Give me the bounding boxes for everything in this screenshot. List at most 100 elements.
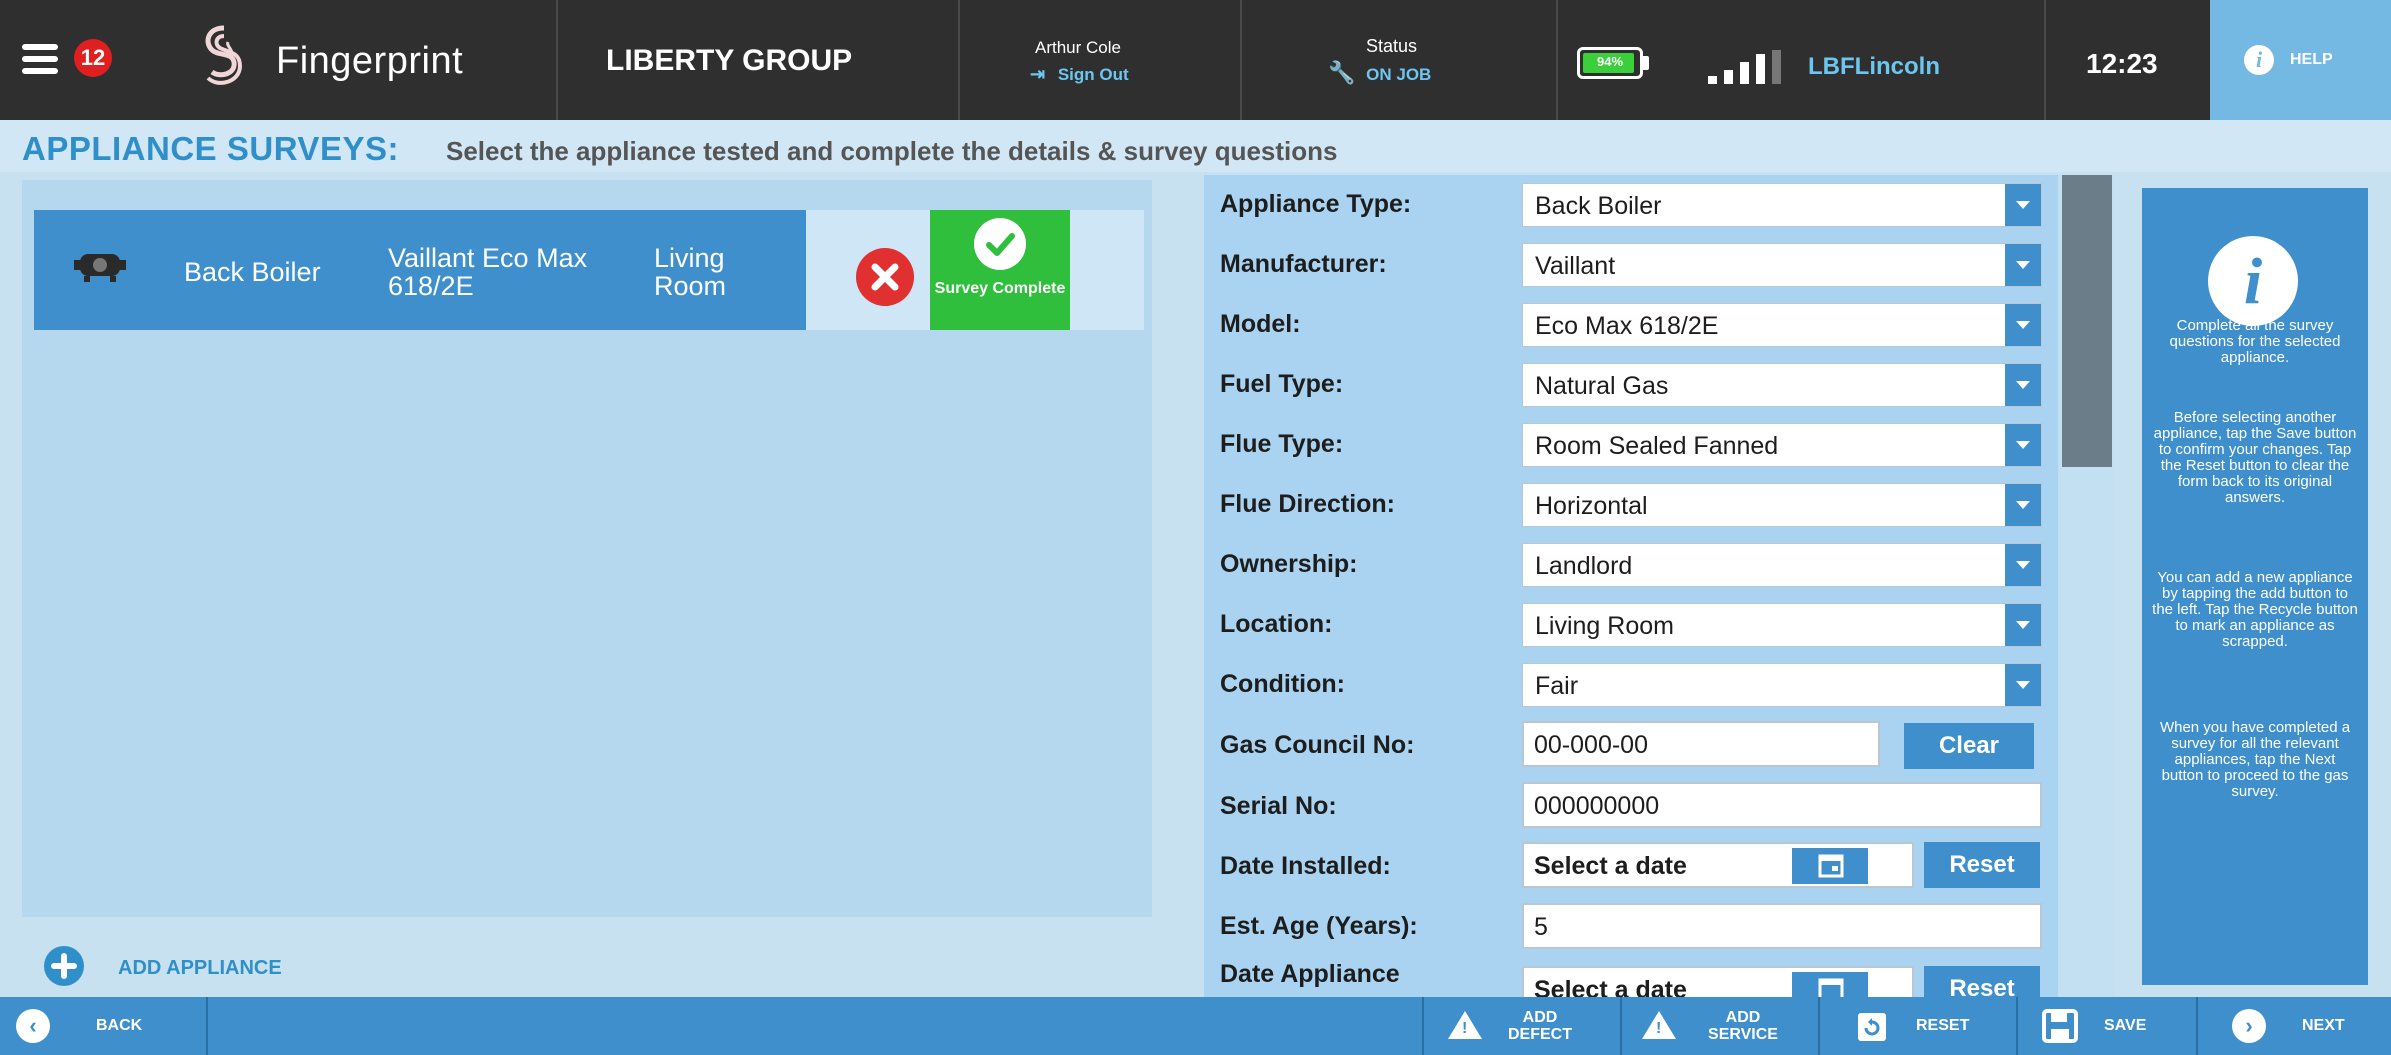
- info-text-3: You can add a new appliance by tapping t…: [2152, 569, 2358, 650]
- fuel-type-select[interactable]: Natural Gas: [1522, 363, 2042, 407]
- appliance-type-label: Appliance Type:: [1220, 190, 1412, 218]
- appliance-row-main[interactable]: Back Boiler Vaillant Eco Max 618/2E Livi…: [34, 210, 806, 330]
- info-text-1: Complete all the survey questions for th…: [2169, 317, 2341, 366]
- sign-out-label: Sign Out: [1057, 65, 1129, 84]
- serial-no-input[interactable]: 000000000: [1522, 782, 2042, 828]
- appliance-model: Vaillant Eco Max 618/2E: [388, 243, 588, 301]
- chevron-down-icon: [2005, 304, 2041, 346]
- chevron-down-icon: [2005, 244, 2041, 286]
- add-defect-button[interactable]: ADDDEFECT: [1424, 997, 1620, 1055]
- add-appliance-button[interactable]: ADD APPLIANCE: [22, 930, 1152, 1000]
- reset-icon: [1858, 1013, 1886, 1041]
- appliance-row[interactable]: Back Boiler Vaillant Eco Max 618/2E Livi…: [34, 210, 1144, 330]
- model-label: Model:: [1220, 310, 1301, 338]
- gas-council-input[interactable]: 00-000-00: [1522, 721, 1880, 767]
- notification-badge[interactable]: 12: [74, 39, 112, 77]
- battery-icon: 94%: [1577, 47, 1643, 79]
- chevron-down-icon: [2005, 424, 2041, 466]
- signal-icon: [1708, 50, 1788, 84]
- info-icon: i: [2208, 236, 2298, 326]
- location-label: Location:: [1220, 610, 1333, 638]
- appliance-list: Back Boiler Vaillant Eco Max 618/2E Livi…: [22, 180, 1152, 917]
- condition-label: Condition:: [1220, 670, 1345, 698]
- back-button[interactable]: ‹ BACK: [0, 997, 206, 1055]
- chevron-right-icon: ›: [2232, 1009, 2266, 1043]
- est-age-input[interactable]: 5: [1522, 903, 2042, 949]
- info-icon: i: [2244, 45, 2274, 75]
- ownership-label: Ownership:: [1220, 550, 1358, 578]
- wrench-icon: 🔧: [1328, 60, 1356, 85]
- info-text-4: When you have completed a survey for all…: [2159, 719, 2351, 800]
- serial-no-label: Serial No:: [1220, 792, 1337, 820]
- add-service-label-1: ADD: [1725, 1009, 1761, 1026]
- fingerprint-logo-icon: [205, 25, 243, 85]
- chevron-down-icon: [2005, 484, 2041, 526]
- calendar-icon[interactable]: [1792, 848, 1868, 884]
- ownership-select[interactable]: Landlord: [1522, 543, 2042, 587]
- add-defect-label-2: DEFECT: [1508, 1026, 1572, 1043]
- add-appliance-label: ADD APPLIANCE: [118, 957, 282, 979]
- status-label: Status: [1366, 36, 1418, 56]
- calendar-icon[interactable]: [1792, 972, 1868, 997]
- page-title: APPLIANCE SURVEYS:: [22, 130, 399, 167]
- reset-button[interactable]: RESET: [1820, 997, 2016, 1055]
- check-icon: [974, 218, 1026, 270]
- clock: 12:23: [2086, 48, 2158, 79]
- add-defect-label-1: ADD: [1522, 1009, 1558, 1026]
- add-service-button[interactable]: ADDSERVICE: [1622, 997, 1818, 1055]
- network-name: LBFLincoln: [1808, 53, 1940, 80]
- page-subtitle: Select the appliance tested and complete…: [446, 136, 1338, 166]
- location-select[interactable]: Living Room: [1522, 603, 2042, 647]
- save-label: SAVE: [2104, 1017, 2147, 1034]
- delete-appliance-button[interactable]: [856, 248, 914, 306]
- warning-icon: [1642, 1011, 1676, 1039]
- condition-select[interactable]: Fair: [1522, 663, 2042, 707]
- reset-date-installed-button[interactable]: Reset: [1924, 842, 2040, 888]
- boiler-icon: [74, 254, 126, 282]
- flue-direction-label: Flue Direction:: [1220, 490, 1396, 518]
- manufacturer-select[interactable]: Vaillant: [1522, 243, 2042, 287]
- flue-type-label: Flue Type:: [1220, 430, 1344, 458]
- date-appliance-input[interactable]: Select a date: [1522, 966, 1914, 997]
- appliance-type: Back Boiler: [184, 257, 321, 287]
- status-value[interactable]: 🔧 ON JOB: [1328, 60, 1431, 86]
- chevron-down-icon: [2005, 664, 2041, 706]
- status-text: ON JOB: [1366, 65, 1432, 84]
- fuel-type-label: Fuel Type:: [1220, 370, 1344, 398]
- info-text-2: Before selecting another appliance, tap …: [2153, 409, 2357, 506]
- model-select[interactable]: Eco Max 618/2E: [1522, 303, 2042, 347]
- add-service-label-2: SERVICE: [1708, 1026, 1778, 1043]
- form-scroll-thumb[interactable]: [2062, 175, 2112, 467]
- appliance-location: Living Room: [654, 243, 727, 301]
- save-button[interactable]: SAVE: [2018, 997, 2196, 1055]
- gas-council-label: Gas Council No:: [1220, 731, 1415, 759]
- chevron-down-icon: [2005, 184, 2041, 226]
- reset-date-appliance-button[interactable]: Reset: [1924, 966, 2040, 997]
- clear-button[interactable]: Clear: [1904, 723, 2034, 769]
- date-installed-input[interactable]: Select a date: [1522, 842, 1914, 888]
- page-header: APPLIANCE SURVEYS: Select the appliance …: [0, 120, 2391, 172]
- close-icon: [871, 263, 899, 291]
- survey-complete-button[interactable]: Survey Complete: [930, 210, 1070, 330]
- top-bar: 12 Fingerprint LIBERTY GROUP Arthur Cole…: [0, 0, 2391, 120]
- appliance-type-select[interactable]: Back Boiler: [1522, 183, 2042, 227]
- reset-label: RESET: [1916, 1017, 1970, 1034]
- company-name: LIBERTY GROUP: [606, 44, 853, 77]
- save-icon: [2042, 1009, 2078, 1043]
- sign-out-link[interactable]: ⇥ Sign Out: [1030, 64, 1129, 85]
- flue-type-select[interactable]: Room Sealed Fanned: [1522, 423, 2042, 467]
- chevron-down-icon: [2005, 364, 2041, 406]
- help-button[interactable]: i HELP: [2210, 0, 2391, 120]
- sign-out-icon: ⇥: [1030, 64, 1046, 84]
- chevron-down-icon: [2005, 604, 2041, 646]
- next-button[interactable]: › NEXT: [2198, 997, 2391, 1055]
- battery-percent: 94%: [1596, 54, 1624, 69]
- bottom-toolbar: ‹ BACK ADDDEFECT ADDSERVICE RESET SAVE ›…: [0, 997, 2391, 1055]
- back-label: BACK: [96, 1017, 143, 1034]
- flue-direction-select[interactable]: Horizontal: [1522, 483, 2042, 527]
- menu-icon[interactable]: [22, 44, 58, 74]
- next-label: NEXT: [2302, 1017, 2345, 1034]
- help-label: HELP: [2290, 51, 2333, 68]
- plus-icon: [44, 946, 84, 986]
- manufacturer-label: Manufacturer:: [1220, 250, 1387, 278]
